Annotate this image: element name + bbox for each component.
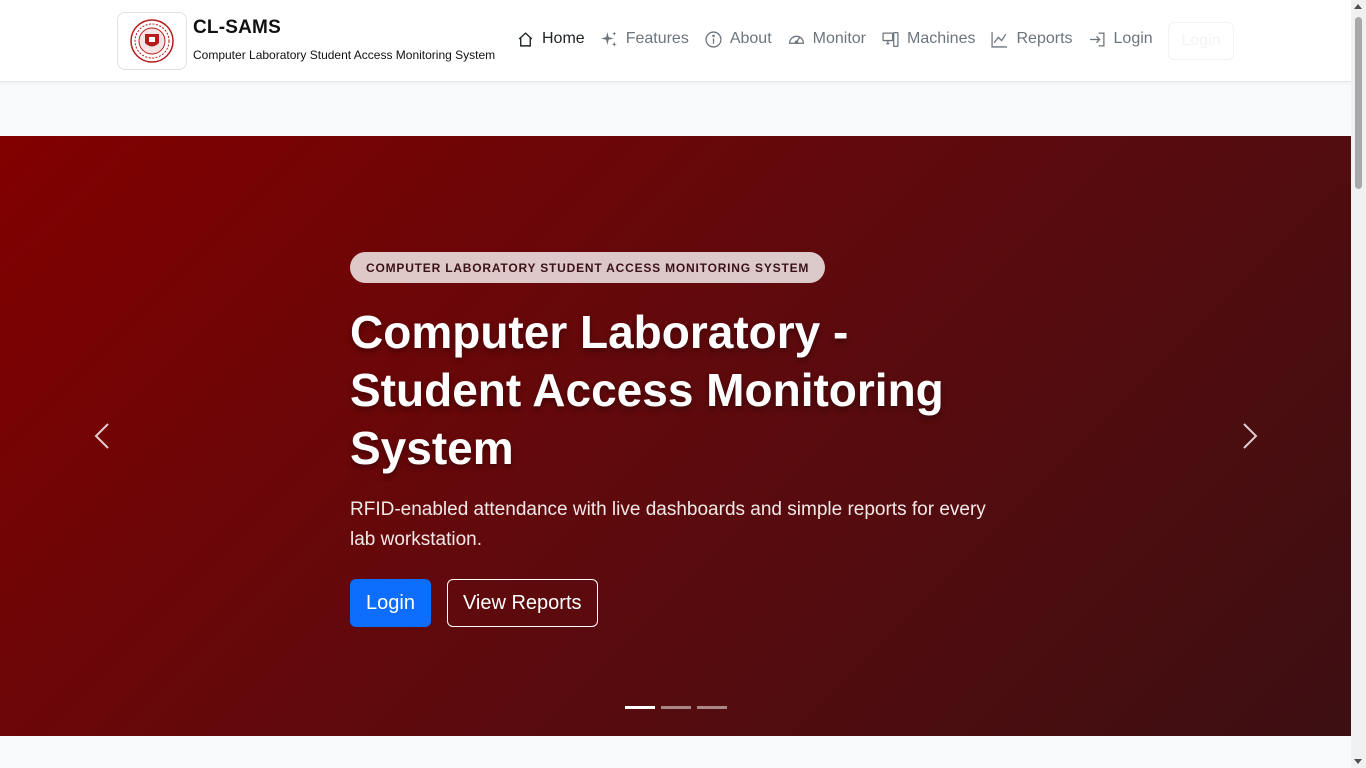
nav-item-about-label: About (729, 30, 772, 47)
hero-content: COMPUTER LABORATORY STUDENT ACCESS MONIT… (350, 252, 1000, 627)
view-reports-button[interactable]: View Reports (446, 579, 598, 627)
top-navbar: CL-SAMS Computer Laboratory Student Acce… (0, 0, 1351, 82)
carousel-indicator-1[interactable] (625, 706, 655, 709)
university-seal-logo (117, 12, 187, 70)
house-icon (517, 31, 534, 48)
nav-item-features[interactable]: Features (600, 30, 689, 48)
sparkles-icon (600, 31, 618, 48)
nav-item-machines[interactable]: Machines (882, 30, 975, 48)
hero-badge: COMPUTER LABORATORY STUDENT ACCESS MONIT… (350, 252, 826, 283)
hero-subtitle: RFID-enabled attendance with live dashbo… (350, 499, 986, 550)
pc-display-icon (882, 31, 899, 48)
brand-subtitle: Computer Laboratory Student Access Monit… (193, 48, 496, 62)
hero-title: Computer Laboratory - Student Access Mon… (350, 306, 944, 474)
nav-item-machines-label: Machines (907, 30, 976, 47)
nav-item-monitor-label: Monitor (812, 30, 866, 47)
nav-item-monitor[interactable]: Monitor (788, 30, 866, 48)
nav-links: Home Features About Monitor Machines Rep… (517, 30, 1169, 48)
login-button[interactable]: Login (350, 579, 431, 627)
page-scrollbar[interactable] (1351, 0, 1366, 768)
chevron-left-icon (94, 423, 109, 449)
scroll-down-arrow[interactable] (1354, 759, 1362, 764)
nav-item-home-label: Home (542, 30, 585, 47)
nav-item-reports[interactable]: Reports (991, 30, 1073, 48)
carousel-indicator-2[interactable] (661, 706, 691, 709)
nav-item-home[interactable]: Home (517, 30, 585, 48)
scroll-thumb[interactable] (1355, 17, 1362, 189)
carousel-indicators (625, 706, 733, 709)
nav-item-login[interactable]: Login (1089, 30, 1153, 48)
hero-actions: Login View Reports (350, 579, 1000, 627)
carousel-next-button[interactable] (1236, 416, 1264, 456)
brand-title: CL-SAMS (193, 17, 281, 38)
ghost-login-button[interactable]: Login (1168, 22, 1234, 60)
nav-item-features-label: Features (625, 30, 689, 47)
nav-item-login-label: Login (1113, 30, 1153, 47)
info-circle-icon (705, 30, 722, 48)
carousel-prev-button[interactable] (88, 416, 116, 456)
speedometer-icon (788, 31, 805, 48)
nav-item-reports-label: Reports (1016, 30, 1073, 47)
hero-carousel: COMPUTER LABORATORY STUDENT ACCESS MONIT… (0, 136, 1351, 736)
login-arrow-icon (1089, 31, 1106, 48)
chevron-right-icon (1243, 423, 1258, 449)
nav-item-about[interactable]: About (705, 30, 772, 48)
line-chart-icon (991, 31, 1008, 48)
brand[interactable]: CL-SAMS Computer Laboratory Student Acce… (117, 12, 495, 70)
scroll-up-arrow[interactable] (1354, 4, 1362, 9)
carousel-indicator-3[interactable] (697, 706, 727, 709)
